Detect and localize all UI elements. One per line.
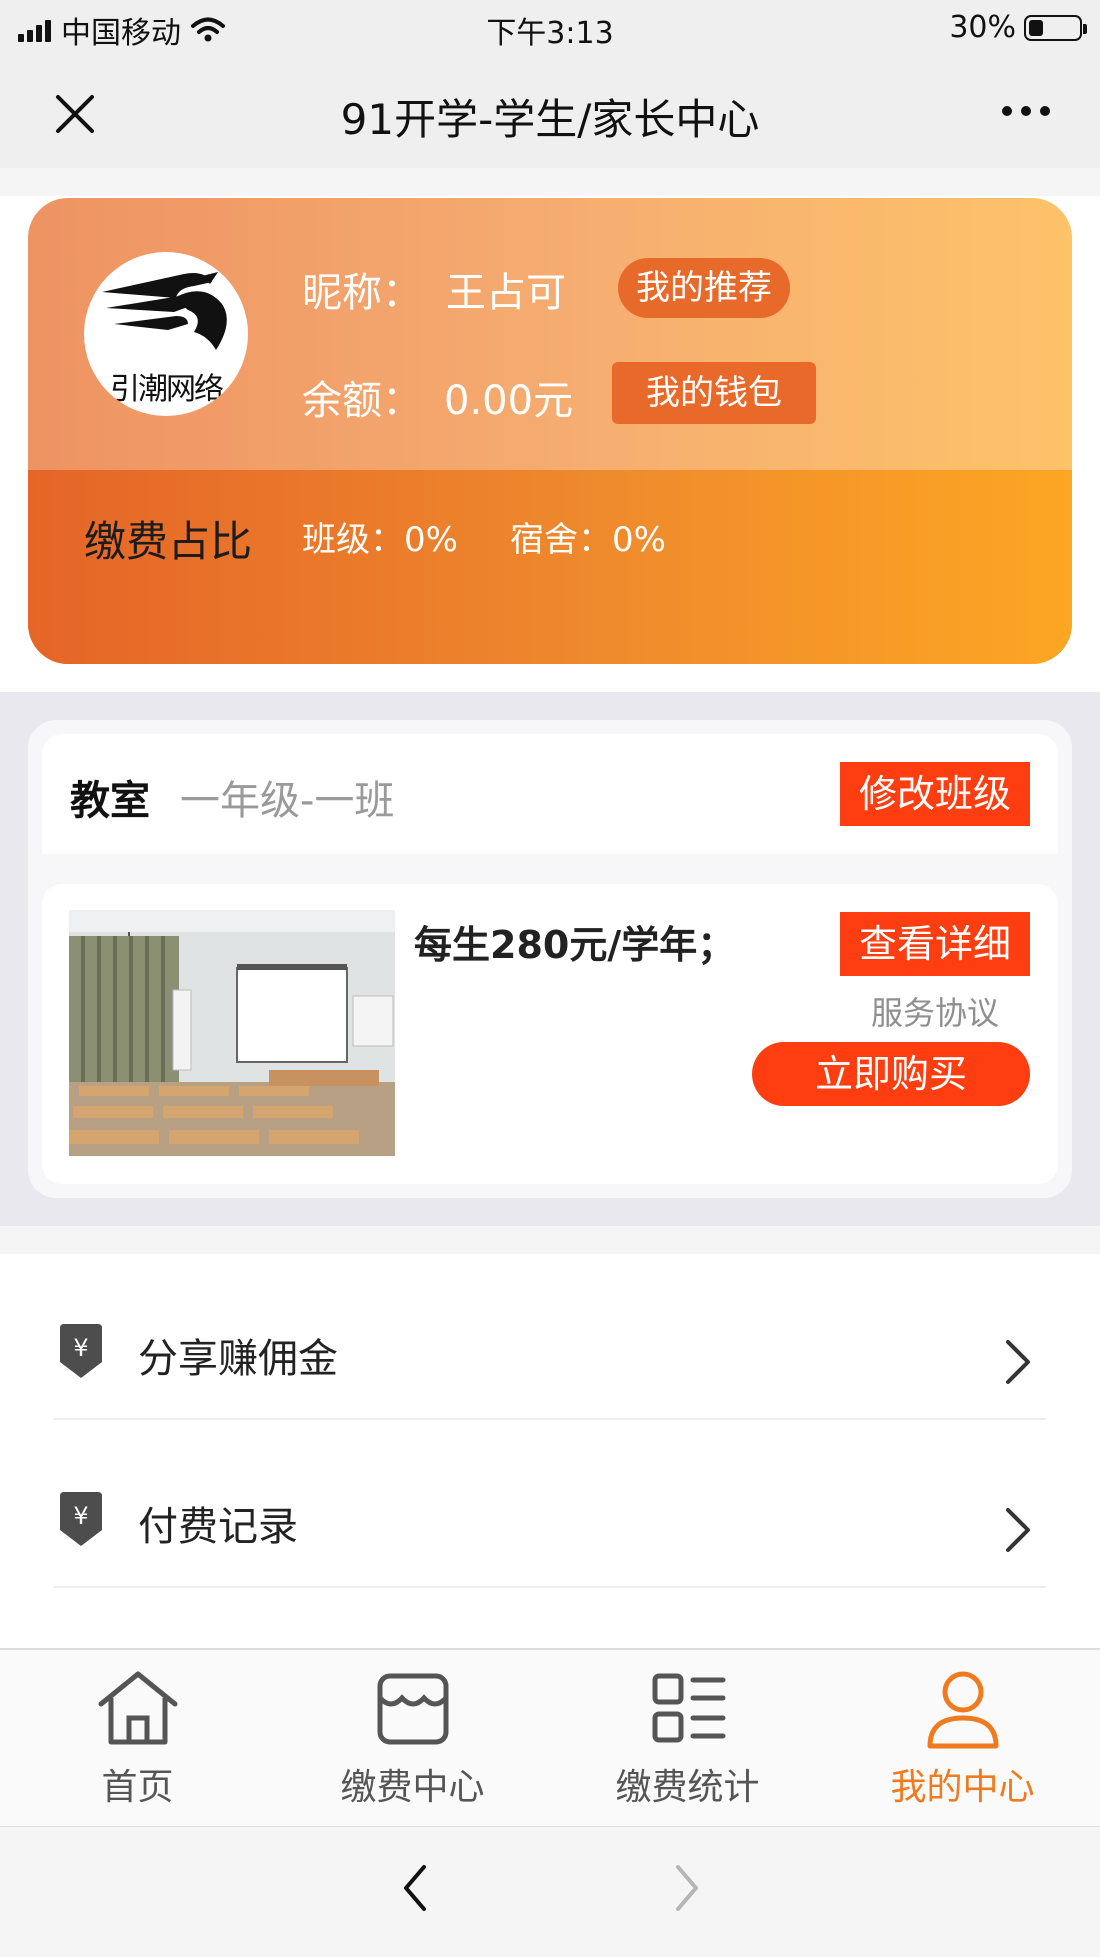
class-name: 一年级-一班	[180, 778, 395, 824]
nickname-value: 王占可	[446, 270, 566, 316]
balance-row: 余额： 0.00元	[302, 368, 573, 426]
class-ratio: 班级：0%	[302, 520, 458, 560]
nickname-row: 昵称： 王占可	[302, 260, 566, 318]
edit-class-button[interactable]: 修改班级	[840, 762, 1030, 826]
my-wallet-button[interactable]: 我的钱包	[612, 362, 816, 424]
buy-now-button[interactable]: 立即购买	[752, 1042, 1030, 1106]
tab-home[interactable]: 首页	[0, 1664, 275, 1824]
divider	[54, 1586, 1046, 1588]
status-bar: 中国移动 下午3:13 30%	[0, 0, 1100, 56]
tab-label: 我的中心	[890, 1767, 1035, 1808]
status-time: 下午3:13	[486, 16, 614, 51]
service-agreement-link[interactable]: 服务协议	[840, 988, 1030, 1034]
my-recommend-button[interactable]: 我的推荐	[618, 258, 790, 318]
dorm-ratio: 宿舍：0%	[510, 520, 666, 560]
yen-tag-icon: ¥	[60, 1324, 102, 1378]
divider	[0, 168, 1100, 196]
tab-label: 缴费统计	[615, 1767, 760, 1808]
back-arrow-icon[interactable]	[400, 1863, 430, 1913]
yen-tag-icon: ¥	[60, 1492, 102, 1546]
battery-percent: 30%	[949, 10, 1016, 45]
more-icon[interactable]	[1002, 106, 1050, 116]
menu-label: 付费记录	[138, 1504, 298, 1550]
battery-indicator: 30%	[949, 10, 1087, 45]
svg-text:¥: ¥	[73, 1502, 88, 1530]
classroom-image	[69, 910, 395, 1156]
avatar-logo-text: 引潮网络	[110, 372, 224, 407]
shop-icon	[377, 1673, 448, 1745]
balance-label: 余额：	[302, 378, 422, 424]
tab-label: 首页	[101, 1767, 174, 1808]
classroom-label: 教室	[70, 778, 150, 824]
tab-bar: 首页 缴费中心 缴费统计 我的中心	[0, 1648, 1100, 1828]
chevron-right-icon	[1006, 1340, 1030, 1384]
forward-arrow-icon[interactable]	[672, 1863, 702, 1913]
user-icon	[927, 1671, 998, 1749]
menu-label: 分享赚佣金	[138, 1336, 338, 1382]
list-icon	[652, 1673, 725, 1743]
battery-icon	[1024, 14, 1087, 41]
pay-ratio-title: 缴费占比	[84, 517, 253, 566]
tab-label: 缴费中心	[340, 1767, 485, 1808]
price-text: 每生280元/学年；	[414, 923, 736, 967]
menu-item-payment-records[interactable]: ¥ 付费记录	[0, 1420, 1100, 1588]
view-detail-button[interactable]: 查看详细	[840, 912, 1030, 976]
svg-text:¥: ¥	[73, 1334, 88, 1362]
profile-card: 引潮网络 昵称： 王占可 我的推荐 余额： 0.00元 我的钱包 缴费占比 班级：0…	[28, 198, 1072, 664]
balance-value: 0.00元	[444, 378, 574, 424]
nav-bar: 91开学-学生/家长中心	[0, 56, 1100, 168]
browser-toolbar	[0, 1826, 1100, 1957]
page-title: 91开学-学生/家长中心	[340, 95, 760, 144]
tab-payment-stats[interactable]: 缴费统计	[550, 1664, 825, 1824]
tab-my-center[interactable]: 我的中心	[825, 1664, 1100, 1824]
nickname-label: 昵称：	[302, 270, 422, 316]
divider	[0, 1226, 1100, 1254]
tab-payment-center[interactable]: 缴费中心	[275, 1664, 550, 1824]
avatar[interactable]: 引潮网络	[84, 252, 248, 416]
menu-item-share-commission[interactable]: ¥ 分享赚佣金	[0, 1254, 1100, 1422]
home-icon	[98, 1671, 177, 1745]
chevron-right-icon	[1006, 1508, 1030, 1552]
